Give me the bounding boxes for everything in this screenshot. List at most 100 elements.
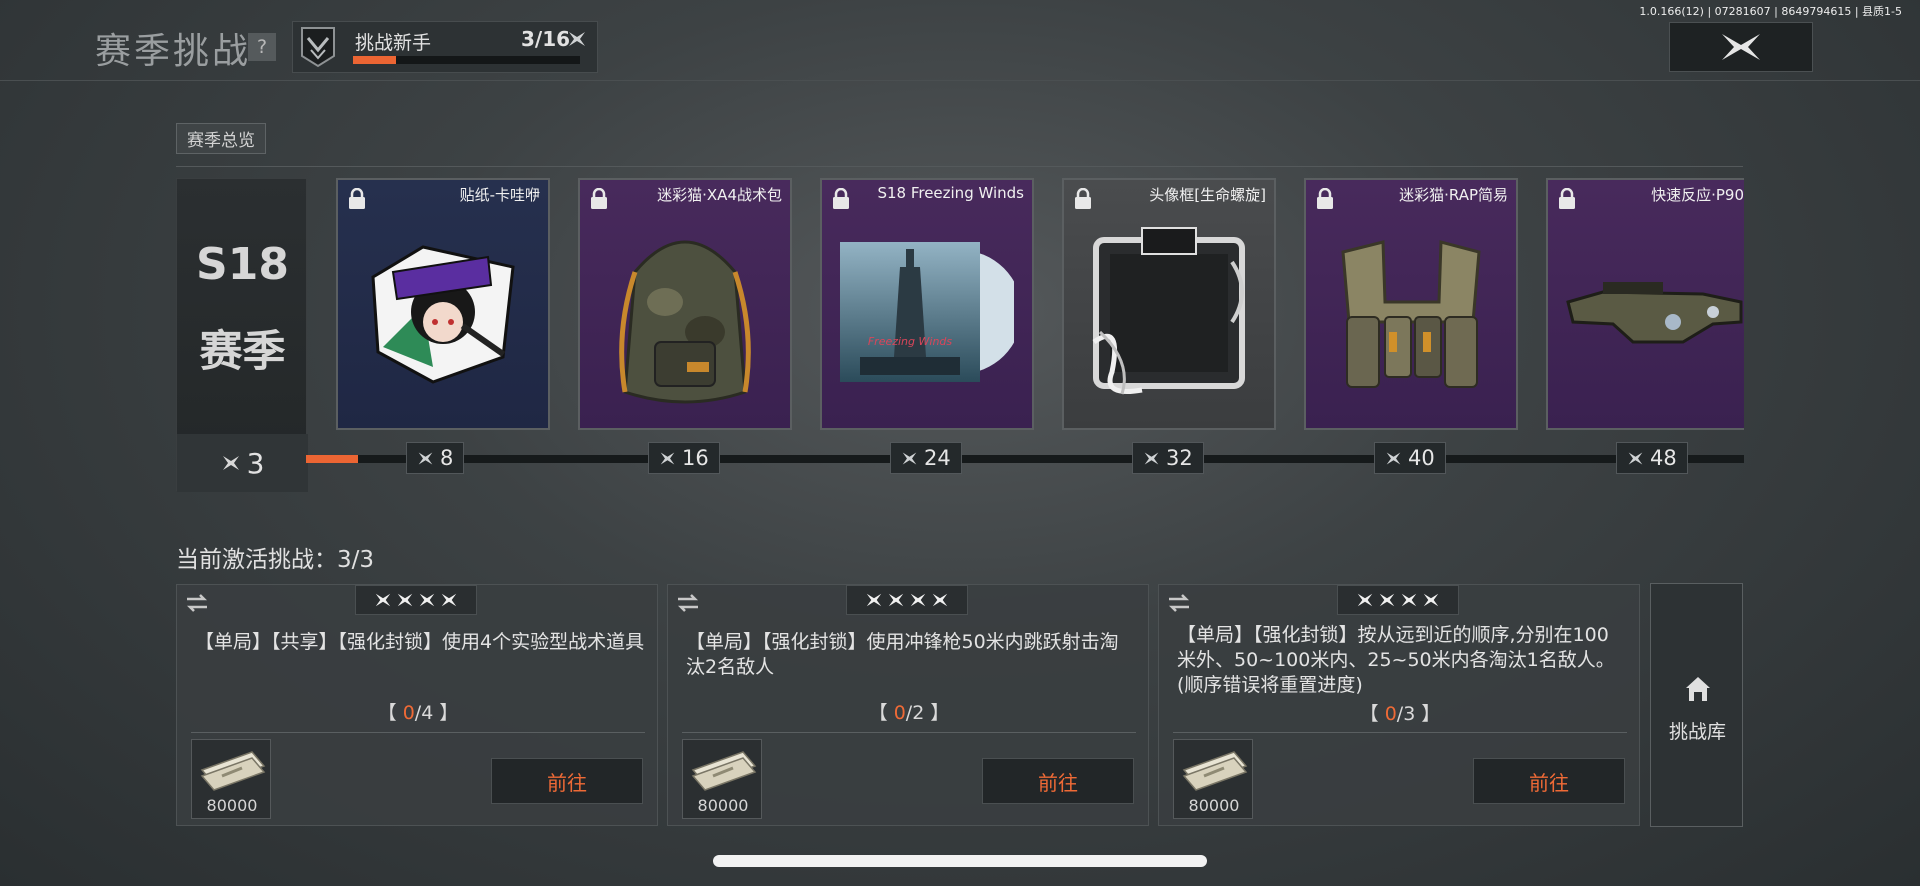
swap-icon[interactable]: [1166, 591, 1192, 615]
reward-cost-value: 40: [1408, 446, 1435, 470]
header-divider: [0, 80, 1920, 81]
swap-icon[interactable]: [184, 591, 210, 615]
reward-name: 贴纸-卡哇咿: [459, 186, 540, 204]
star-icon: [221, 453, 241, 473]
challenge-description: 【单局】【强化封锁】使用冲锋枪50米内跳跃射击淘汰2名敌人: [686, 631, 1119, 678]
challenge-card: 【单局】【强化封锁】使用冲锋枪50米内跳跃射击淘汰2名敌人 【 0/2 】 80…: [667, 584, 1149, 826]
progress-done: 0: [1384, 703, 1397, 725]
star-icon: [1385, 450, 1402, 467]
lock-icon: [1316, 188, 1334, 210]
star-icon: [909, 591, 927, 609]
reward-item[interactable]: 80000: [191, 739, 271, 819]
reward-card-sticker[interactable]: 贴纸-卡哇咿: [336, 178, 550, 430]
smg-icon: [1560, 212, 1746, 412]
season-progress-track: [316, 455, 1744, 463]
star-icon: [1422, 591, 1440, 609]
reward-card-vest[interactable]: 迷彩猫·RAP简易: [1304, 178, 1518, 430]
star-icon: [887, 591, 905, 609]
close-icon: [1722, 34, 1760, 60]
reward-amount: 80000: [1188, 796, 1240, 815]
challenge-card: 【单局】【强化封锁】按从远到近的顺序,分别在100米外、50~100米内、25~…: [1158, 584, 1640, 826]
progress-bracket: 】: [924, 702, 950, 724]
star-icon: [417, 450, 434, 467]
progress-bracket: 【: [868, 702, 894, 724]
challenge-description: 【单局】【强化封锁】按从远到近的顺序,分别在100米外、50~100米内、25~…: [1177, 624, 1615, 696]
season-card: S18 赛季 3: [176, 178, 308, 492]
home-indicator[interactable]: [713, 855, 1207, 867]
challenge-divider: [682, 732, 1136, 733]
reward-card-album[interactable]: S18 Freezing Winds Freezing Winds: [820, 178, 1034, 430]
progress-done: 0: [893, 702, 906, 724]
progress-done: 0: [402, 702, 415, 724]
reward-amount: 80000: [206, 796, 258, 815]
challenge-card: 【单局】【共享】【强化封锁】使用4个实验型战术道具 【 0/4 】 80000 …: [176, 584, 658, 826]
progress-bracket: 】: [1415, 703, 1441, 725]
go-button[interactable]: 前往: [982, 758, 1134, 804]
progress-total: /2: [905, 702, 925, 724]
reward-amount: 80000: [697, 796, 749, 815]
rank-progress-fill: [353, 56, 396, 64]
close-button[interactable]: [1669, 22, 1813, 72]
reward-card-avatar-frame[interactable]: 头像框[生命螺旋]: [1062, 178, 1276, 430]
svg-text:Freezing Winds: Freezing Winds: [868, 335, 953, 348]
home-icon: [1686, 677, 1710, 701]
current-stars: 3: [177, 434, 308, 492]
reward-card-smg[interactable]: 快速反应·P90: [1546, 178, 1744, 430]
reward-cost-value: 8: [440, 446, 454, 470]
cash-icon: [200, 751, 266, 791]
star-icon: [374, 591, 392, 609]
progress-bracket: 【: [377, 702, 403, 724]
star-icon: [1143, 450, 1160, 467]
progress-total: /4: [414, 702, 434, 724]
difficulty-stars: [846, 585, 968, 615]
lock-icon: [1074, 188, 1092, 210]
star-icon: [659, 450, 676, 467]
reward-item[interactable]: 80000: [682, 739, 762, 819]
rank-badge-icon: [301, 27, 335, 68]
rank-name: 挑战新手: [355, 32, 432, 54]
challenge-divider: [1173, 732, 1627, 733]
reward-cost: 40: [1374, 442, 1446, 474]
reward-card-backpack[interactable]: 迷彩猫·XA4战术包: [578, 178, 792, 430]
current-stars-value: 3: [246, 446, 265, 480]
overview-divider: [176, 166, 1743, 167]
reward-name: 头像框[生命螺旋]: [1149, 186, 1266, 204]
cash-icon: [691, 751, 757, 791]
swap-icon[interactable]: [675, 591, 701, 615]
season-progress-fill: [306, 455, 358, 463]
difficulty-stars: [355, 585, 477, 615]
go-button[interactable]: 前往: [1473, 758, 1625, 804]
active-challenges-header: 当前激活挑战：3/3: [176, 547, 375, 573]
page-title: 赛季挑战: [95, 31, 252, 72]
season-label: 赛季: [199, 327, 286, 377]
reward-cost-value: 32: [1166, 446, 1193, 470]
lock-icon: [348, 188, 366, 210]
reward-cost: 32: [1132, 442, 1204, 474]
reward-name: 快速反应·P90: [1651, 186, 1744, 204]
help-button[interactable]: ?: [248, 33, 276, 61]
star-icon: [1400, 591, 1418, 609]
reward-item[interactable]: 80000: [1173, 739, 1253, 819]
lock-icon: [1558, 188, 1576, 210]
backpack-icon: [592, 212, 778, 412]
star-icon: [865, 591, 883, 609]
reward-cost-value: 24: [924, 446, 951, 470]
challenge-library-button[interactable]: 挑战库: [1650, 583, 1743, 827]
star-icon: [418, 591, 436, 609]
reward-cost-value: 16: [682, 446, 709, 470]
reward-name: 迷彩猫·XA4战术包: [657, 186, 782, 204]
difficulty-stars: [1337, 585, 1459, 615]
reward-cost: 16: [648, 442, 720, 474]
star-icon: [396, 591, 414, 609]
lock-icon: [590, 188, 608, 210]
star-icon: [1627, 450, 1644, 467]
avatar-frame-icon: [1076, 212, 1262, 412]
sticker-icon: [350, 212, 536, 412]
reward-name: S18 Freezing Winds: [877, 184, 1024, 202]
rank-panel[interactable]: 挑战新手 3/16: [292, 21, 598, 73]
album-icon: Freezing Winds: [834, 212, 1020, 412]
go-button[interactable]: 前往: [491, 758, 643, 804]
star-icon: [440, 591, 458, 609]
lock-icon: [832, 188, 850, 210]
star-icon: [1378, 591, 1396, 609]
